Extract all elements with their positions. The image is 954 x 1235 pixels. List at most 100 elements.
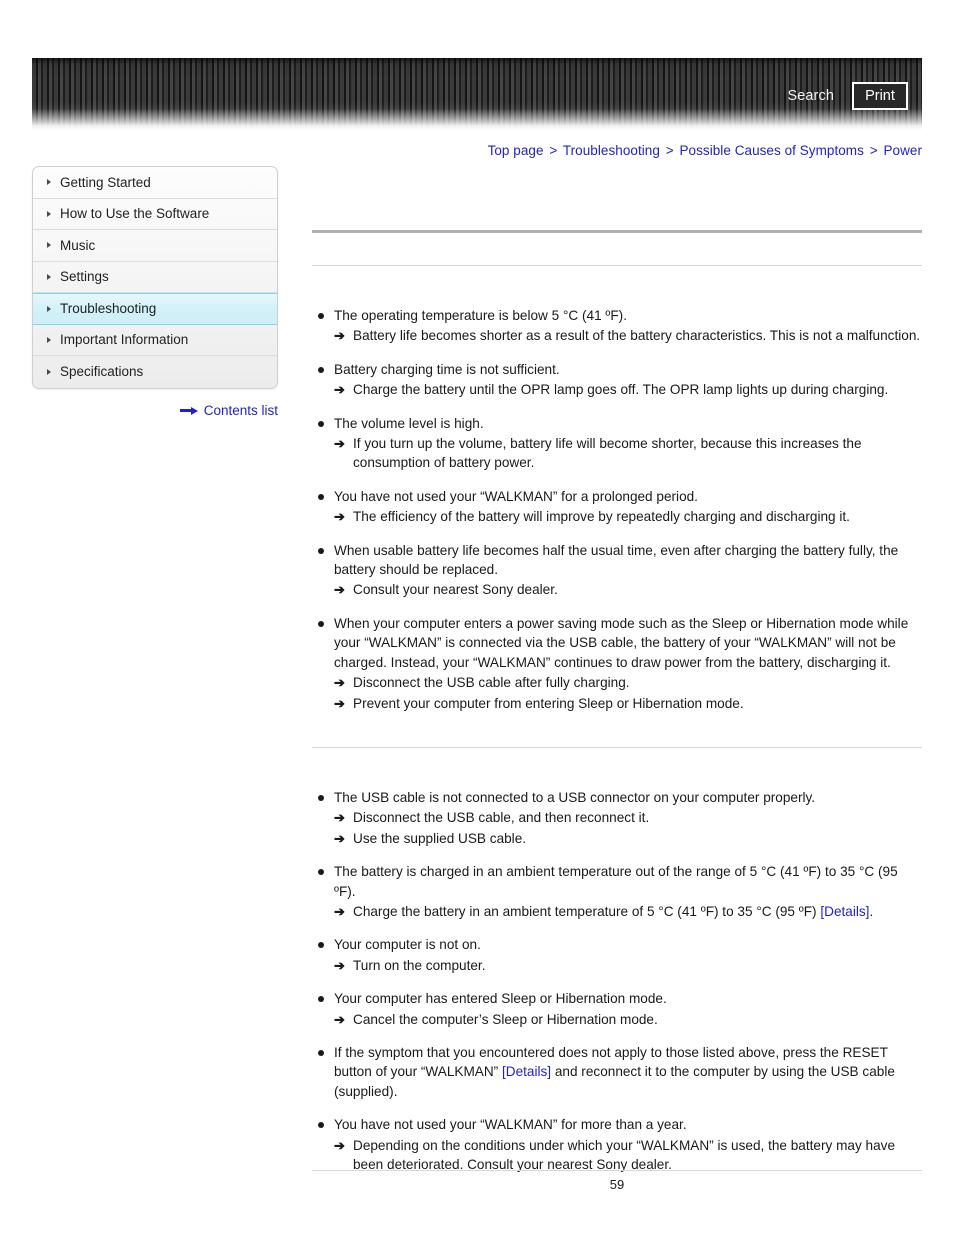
breadcrumb-separator: > [549,143,558,158]
bullet-text: The operating temperature is below 5 °C … [334,308,627,323]
breadcrumb: Top page > Troubleshooting > Possible Ca… [488,143,922,158]
list-item: The operating temperature is below 5 °C … [312,306,922,346]
sidebar-item-label: Settings [60,269,109,285]
sub-item-text: Disconnect the USB cable after fully cha… [353,675,630,691]
sub-item-text: Prevent your computer from entering Slee… [353,695,744,711]
section-two-subtitle [312,756,922,770]
sidebar-item-getting-started[interactable]: Getting Started [33,167,277,199]
sidebar-item-label: Troubleshooting [60,301,157,317]
sub-item-text: Cancel the computer’s Sleep or Hibernati… [353,1011,658,1027]
arrow-right-icon: ➔ [334,903,345,919]
triangle-right-icon [47,336,51,343]
arrow-right-icon: ➔ [334,830,345,846]
sub-item: ➔ Depending on the conditions under whic… [334,1136,922,1175]
sub-item: ➔ If you turn up the volume, battery lif… [334,434,922,473]
sub-item-text: Charge the battery until the OPR lamp go… [353,382,889,398]
triangle-right-icon [47,273,51,280]
sidebar-item-label: How to Use the Software [60,206,210,222]
details-link[interactable]: [Details] [502,1064,551,1079]
sub-item-text-before: Charge the battery in an ambient tempera… [353,903,821,919]
page-number: 59 [609,1177,625,1192]
triangle-right-icon [47,179,51,186]
sidebar-item-label: Music [60,237,96,253]
triangle-right-icon [47,242,51,249]
arrow-right-icon: ➔ [334,675,345,691]
list-item: When usable battery life becomes half th… [312,541,922,600]
list-item: The USB cable is not connected to a USB … [312,788,922,848]
bullet-text: Your computer is not on. [334,937,481,953]
triangle-right-icon [47,368,51,375]
header-banner: Search Print [32,58,922,130]
sub-item-text: The efficiency of the battery will impro… [353,509,850,525]
bullet-text: You have not used your “WALKMAN” for mor… [334,1117,687,1133]
contents-list-link-row: Contents list [32,403,278,418]
arrow-right-icon: ➔ [334,810,345,826]
arrow-right-icon: ➔ [334,957,345,973]
sub-item: ➔ The efficiency of the battery will imp… [334,507,922,526]
bullet-text: Battery charging time is not sufficient. [334,361,560,377]
sidebar-item-important-information[interactable]: Important Information [33,325,277,356]
sub-item: ➔ Turn on the computer. [334,956,922,975]
section-one-subtitle [312,274,922,288]
page-title [312,241,922,257]
list-item: When your computer enters a power saving… [312,614,922,713]
sidebar-item-specifications[interactable]: Specifications [33,356,277,388]
section-two-rule [312,746,922,748]
page-footer: 59 [312,1170,922,1192]
sidebar-item-troubleshooting[interactable]: Troubleshooting [33,293,277,325]
list-item: Your computer has entered Sleep or Hiber… [312,989,922,1029]
arrow-right-icon [179,406,198,415]
list-item: You have not used your “WALKMAN” for mor… [312,1115,922,1174]
print-button[interactable]: Print [852,82,908,110]
sidebar-item-music[interactable]: Music [33,230,277,262]
sub-item: ➔ Charge the battery until the OPR lamp … [334,380,922,399]
sub-item-text: Disconnect the USB cable, and then recon… [353,810,650,826]
details-link[interactable]: [Details] [820,904,869,919]
arrow-right-icon: ➔ [334,382,345,398]
sub-item-text: Consult your nearest Sony dealer. [353,582,558,598]
bullet-text: Your computer has entered Sleep or Hiber… [334,991,667,1007]
arrow-right-icon: ➔ [334,328,345,344]
bullet-text: The battery is charged in an ambient tem… [334,864,898,899]
breadcrumb-item-troubleshooting[interactable]: Troubleshooting [563,143,660,158]
sub-item: ➔ Consult your nearest Sony dealer. [334,580,922,599]
sidebar-navigation: Getting Started How to Use the Software … [32,166,278,389]
list-item: The volume level is high. ➔ If you turn … [312,414,922,473]
sub-item: ➔ Cancel the computer’s Sleep or Hiberna… [334,1010,922,1029]
list-item: If the symptom that you encountered does… [312,1043,922,1101]
sidebar-item-label: Specifications [60,364,144,380]
contents-list-link[interactable]: Contents list [204,403,278,418]
bullet-text: When your computer enters a power saving… [334,615,909,670]
sidebar-item-label: Getting Started [60,174,151,190]
section-one-bullet-list: The operating temperature is below 5 °C … [312,306,922,713]
sub-item: ➔ Use the supplied USB cable. [334,829,922,848]
breadcrumb-item-possible-causes-of-symptoms[interactable]: Possible Causes of Symptoms [679,143,863,158]
triangle-right-icon [47,305,51,312]
sub-item-text: Depending on the conditions under which … [353,1137,896,1172]
breadcrumb-item-power[interactable]: Power [883,143,922,158]
search-link[interactable]: Search [787,89,834,104]
header-controls: Search Print [787,82,908,110]
sub-item: ➔ Disconnect the USB cable, and then rec… [334,808,922,827]
main-content: The operating temperature is below 5 °C … [312,216,922,1174]
sub-item-text: Turn on the computer. [353,957,486,973]
bullet-text: You have not used your “WALKMAN” for a p… [334,488,698,504]
sub-item-text: Use the supplied USB cable. [353,830,527,846]
arrow-right-icon: ➔ [334,1011,345,1027]
list-item: The battery is charged in an ambient tem… [312,862,922,921]
arrow-right-icon: ➔ [334,436,345,452]
breadcrumb-separator: > [665,143,674,158]
arrow-right-icon: ➔ [334,695,345,711]
sub-item: ➔ Prevent your computer from entering Sl… [334,694,922,713]
arrow-right-icon: ➔ [334,1137,345,1153]
section-one-rule [312,265,922,266]
list-item: Battery charging time is not sufficient.… [312,360,922,400]
sidebar-item-how-to-use-the-software[interactable]: How to Use the Software [33,199,277,230]
section-two-bullet-list: The USB cable is not connected to a USB … [312,788,922,1175]
breadcrumb-item-top-page[interactable]: Top page [488,143,544,158]
sub-item-text-after: . [869,903,874,919]
sidebar-item-settings[interactable]: Settings [33,262,277,293]
bullet-text: When usable battery life becomes half th… [334,542,899,578]
bullet-text: The volume level is high. [334,415,484,431]
